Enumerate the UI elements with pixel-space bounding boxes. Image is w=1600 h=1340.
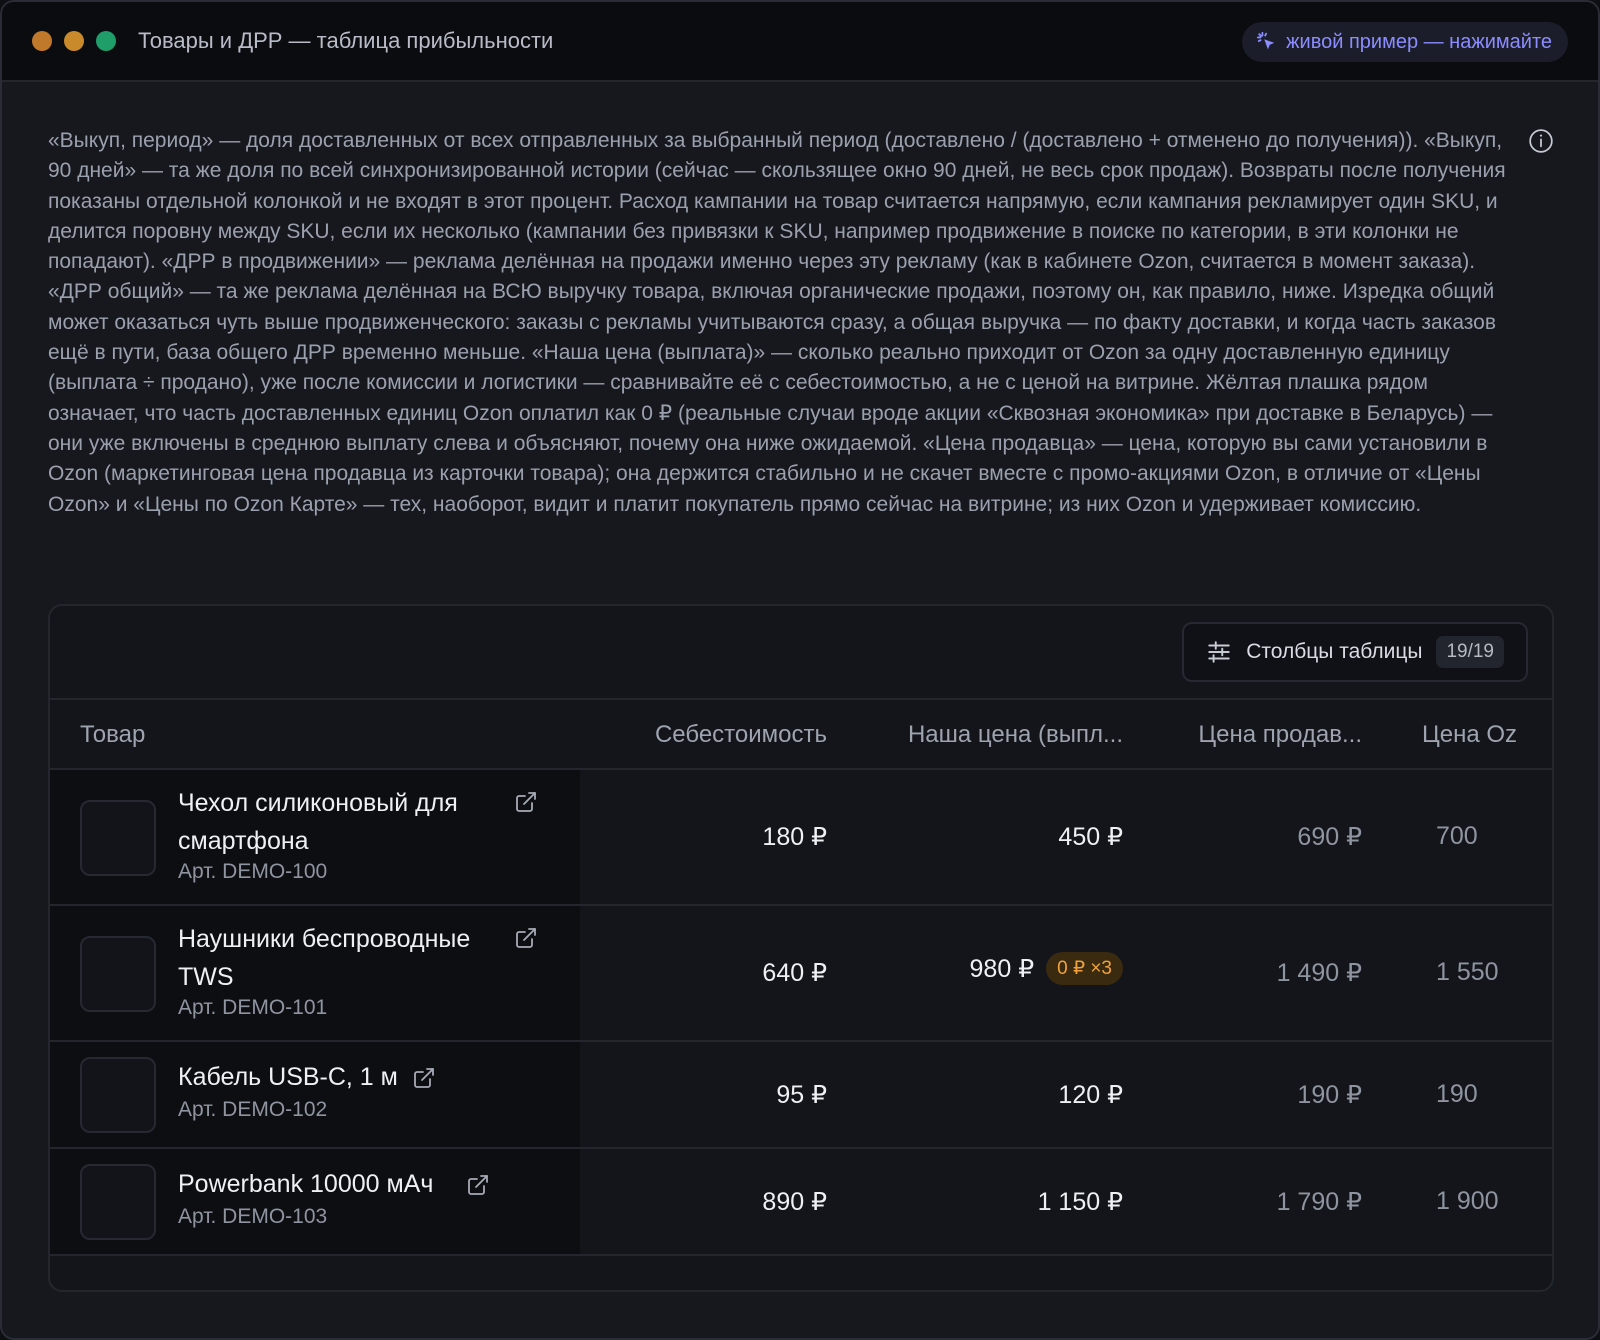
cost-value: 180 ₽ xyxy=(762,823,827,851)
live-demo-label: живой пример — нажимайте xyxy=(1286,30,1552,53)
product-cell: Кабель USB-C, 1 м Арт. DEMO-102 xyxy=(50,1042,580,1147)
external-link-icon[interactable] xyxy=(412,1066,436,1090)
table-row: Наушники беспроводные TWS Арт. DEMO-101 … xyxy=(50,906,1552,1042)
external-link-icon[interactable] xyxy=(514,790,538,814)
seller-price-value: 690 ₽ xyxy=(1297,823,1362,851)
table-row: Кабель USB-C, 1 м Арт. DEMO-102 95 ₽ 120… xyxy=(50,1042,1552,1149)
zero-payout-badge[interactable]: 0 ₽ ×3 xyxy=(1046,952,1123,985)
product-thumbnail xyxy=(80,1057,156,1133)
title-bar: Товары и ДРР — таблица прибыльности живо… xyxy=(2,2,1598,82)
product-cell: Наушники беспроводные TWS Арт. DEMO-101 xyxy=(50,906,580,1040)
product-name-line: Наушники беспроводные xyxy=(178,925,471,953)
seller-price-value: 190 ₽ xyxy=(1297,1081,1362,1109)
seller-price-value: 1 790 ₽ xyxy=(1276,1188,1362,1216)
seller-price-value: 1 490 ₽ xyxy=(1276,959,1362,987)
product-name[interactable]: Powerbank 10000 мАч xyxy=(178,1165,433,1203)
external-link-icon[interactable] xyxy=(514,926,538,950)
product-name-line: Кабель USB-C, 1 м xyxy=(178,1063,398,1091)
table-columns-label: Столбцы таблицы xyxy=(1246,640,1423,663)
product-name[interactable]: Кабель USB-C, 1 м xyxy=(178,1058,398,1096)
our-price-value: 980 ₽ 0 ₽ ×3 xyxy=(970,952,1123,985)
header-ozon-price[interactable]: Цена Oz xyxy=(1422,700,1517,770)
table-columns-button[interactable]: Столбцы таблицы 19/19 xyxy=(1182,622,1528,682)
product-sku: Арт. DEMO-101 xyxy=(178,996,328,1019)
sparkle-click-icon xyxy=(1257,31,1275,50)
ozon-price-value: 700 xyxy=(1436,822,1478,850)
our-price-text: 980 ₽ xyxy=(969,955,1035,983)
table-row: Powerbank 10000 мАч Арт. DEMO-103 890 ₽ … xyxy=(50,1149,1552,1256)
maximize-dot[interactable] xyxy=(96,31,116,51)
product-cell: Чехол силиконовый для смартфона Арт. DEM… xyxy=(50,770,580,904)
live-demo-button[interactable]: живой пример — нажимайте xyxy=(1242,22,1568,62)
table-header: Товар Себестоимость Наша цена (выпл... Ц… xyxy=(50,700,1552,770)
header-product[interactable]: Товар xyxy=(80,700,145,770)
product-name-line: Чехол силиконовый для xyxy=(178,789,458,817)
minimize-dot[interactable] xyxy=(64,31,84,51)
our-price-text: 450 ₽ xyxy=(1058,823,1123,851)
header-cost[interactable]: Себестоимость xyxy=(655,700,827,770)
ozon-price-value: 1 550 xyxy=(1436,958,1499,986)
columns-description: «Выкуп, период» — доля доставленных от в… xyxy=(48,129,1506,516)
columns-count-badge: 19/19 xyxy=(1436,636,1504,668)
our-price-text: 120 ₽ xyxy=(1058,1081,1123,1109)
product-name-line: смартфона xyxy=(178,827,309,855)
app-window: Товары и ДРР — таблица прибыльности живо… xyxy=(0,0,1600,1340)
product-sku: Арт. DEMO-103 xyxy=(178,1205,328,1228)
cost-value: 640 ₽ xyxy=(762,959,827,987)
product-name[interactable]: Чехол силиконовый для смартфона xyxy=(178,784,458,860)
product-sku: Арт. DEMO-100 xyxy=(178,860,328,883)
product-name-line: Powerbank 10000 мАч xyxy=(178,1170,434,1198)
cost-value: 95 ₽ xyxy=(776,1081,827,1109)
window-title: Товары и ДРР — таблица прибыльности xyxy=(138,28,554,53)
header-our-price[interactable]: Наша цена (выпл... xyxy=(908,700,1123,770)
window-controls xyxy=(32,31,116,51)
sliders-icon xyxy=(1208,641,1230,663)
product-name-line: TWS xyxy=(178,963,234,991)
close-dot[interactable] xyxy=(32,31,52,51)
external-link-icon[interactable] xyxy=(466,1173,490,1197)
cost-value: 890 ₽ xyxy=(762,1188,827,1216)
product-name[interactable]: Наушники беспроводные TWS xyxy=(178,920,470,996)
product-thumbnail xyxy=(80,1164,156,1240)
table-toolbar: Столбцы таблицы 19/19 xyxy=(50,606,1552,700)
our-price-text: 1 150 ₽ xyxy=(1037,1188,1123,1216)
product-sku: Арт. DEMO-102 xyxy=(178,1098,328,1121)
table-body: Чехол силиконовый для смартфона Арт. DEM… xyxy=(50,770,1552,1256)
product-cell: Powerbank 10000 мАч Арт. DEMO-103 xyxy=(50,1149,580,1254)
product-thumbnail xyxy=(80,800,156,876)
ozon-price-value: 190 xyxy=(1436,1080,1478,1108)
our-price-value: 1 150 ₽ xyxy=(1038,1187,1123,1217)
our-price-value: 450 ₽ xyxy=(1058,822,1123,852)
product-thumbnail xyxy=(80,936,156,1012)
header-seller-price[interactable]: Цена продав... xyxy=(1198,700,1362,770)
ozon-price-value: 1 900 xyxy=(1436,1187,1499,1215)
profit-table-card: Столбцы таблицы 19/19 Товар Себестоимост… xyxy=(48,604,1554,1292)
table-row: Чехол силиконовый для смартфона Арт. DEM… xyxy=(50,770,1552,906)
our-price-value: 120 ₽ xyxy=(1058,1080,1123,1110)
info-icon[interactable] xyxy=(1528,128,1554,154)
